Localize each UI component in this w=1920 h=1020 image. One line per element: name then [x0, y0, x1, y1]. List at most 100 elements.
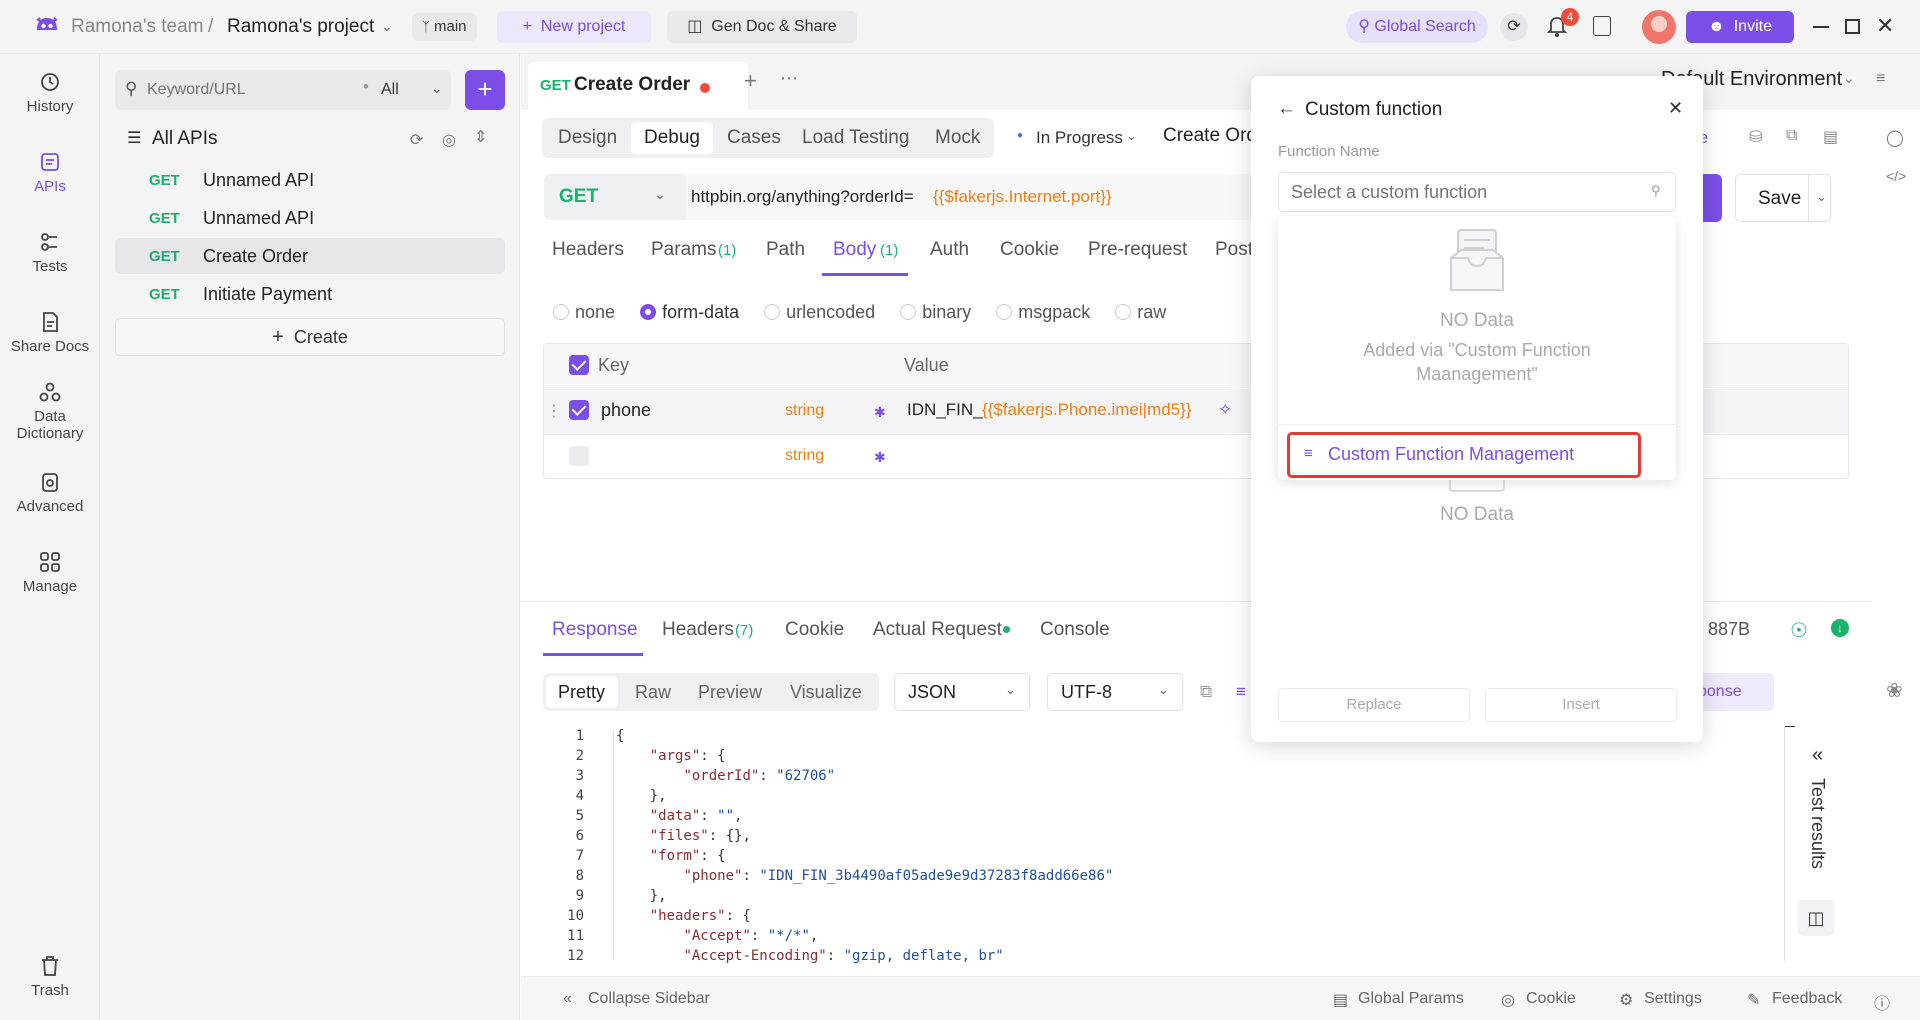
- mode-tab-design[interactable]: Design: [558, 127, 617, 149]
- close-icon[interactable]: ✕: [1668, 98, 1683, 119]
- row-checkbox[interactable]: [569, 400, 589, 420]
- sync-icon[interactable]: ⟳: [1500, 13, 1528, 41]
- filter-select[interactable]: All: [381, 81, 399, 99]
- mode-tab-cases[interactable]: Cases: [727, 127, 781, 149]
- req-tab-headers[interactable]: Headers: [552, 239, 624, 261]
- magic-variable-icon[interactable]: ✧: [1218, 400, 1232, 420]
- new-tab-plus-icon[interactable]: +: [744, 68, 757, 94]
- param-type[interactable]: string: [785, 447, 824, 465]
- req-tab-path[interactable]: Path: [766, 239, 805, 261]
- resp-tab-response[interactable]: Response: [552, 619, 638, 641]
- api-item-unnamed-2[interactable]: GET Unnamed API: [115, 200, 505, 236]
- method-select[interactable]: GET ⌄: [544, 174, 686, 220]
- nav-trash[interactable]: Trash: [0, 954, 100, 999]
- gen-doc-share-button[interactable]: ◫ Gen Doc & Share: [667, 11, 857, 43]
- nav-tests[interactable]: Tests: [0, 230, 100, 275]
- save-button[interactable]: Save ⌄: [1735, 173, 1831, 222]
- view-tab-pretty[interactable]: Pretty: [558, 682, 605, 703]
- search-input[interactable]: [147, 76, 347, 104]
- param-type[interactable]: string: [785, 402, 824, 420]
- globe-icon[interactable]: ☉: [1790, 618, 1808, 643]
- avatar[interactable]: [1642, 10, 1676, 44]
- settings-button[interactable]: Settings: [1644, 990, 1702, 1008]
- api-item-unnamed-1[interactable]: GET Unnamed API: [115, 162, 505, 198]
- chevron-down-icon[interactable]: ⌄: [431, 80, 443, 97]
- api-item-create-order[interactable]: GET Create Order: [115, 238, 505, 274]
- team-name[interactable]: Ramona's team: [71, 16, 203, 38]
- global-search-button[interactable]: ⚲ Global Search: [1346, 11, 1488, 43]
- download-icon[interactable]: ↓: [1831, 619, 1849, 637]
- info-icon[interactable]: ◯: [1886, 128, 1904, 148]
- archive-icon[interactable]: ▤: [1823, 127, 1838, 147]
- req-tab-auth[interactable]: Auth: [930, 239, 969, 261]
- param-value-prefix[interactable]: IDN_FIN_: [907, 400, 983, 420]
- required-marker[interactable]: ✱: [874, 404, 886, 421]
- create-api-button[interactable]: + Create: [115, 318, 505, 356]
- req-tab-body[interactable]: Body: [833, 239, 876, 261]
- copy-icon[interactable]: ⧉: [1200, 682, 1212, 702]
- mode-tab-load-testing[interactable]: Load Testing: [802, 127, 909, 149]
- chevron-down-icon[interactable]: ⌄: [1843, 70, 1855, 87]
- add-api-button[interactable]: +: [465, 70, 505, 110]
- radio-msgpack[interactable]: msgpack: [996, 302, 1090, 322]
- url-input[interactable]: httpbin.org/anything?orderId= {{$fakerjs…: [686, 174, 1266, 220]
- view-tab-visualize[interactable]: Visualize: [790, 682, 862, 703]
- resp-tab-console[interactable]: Console: [1040, 619, 1110, 641]
- feedback-button[interactable]: Feedback: [1772, 990, 1842, 1008]
- tab-create-order[interactable]: GET Create Order: [528, 62, 748, 110]
- format-select[interactable]: JSON ⌄: [894, 673, 1030, 711]
- code-icon[interactable]: </>: [1886, 168, 1906, 184]
- resp-tab-cookie[interactable]: Cookie: [785, 619, 844, 641]
- nav-apis[interactable]: APIs: [0, 150, 100, 195]
- minimize-icon[interactable]: [1813, 26, 1829, 28]
- invite-button[interactable]: ☻ Invite: [1686, 11, 1794, 43]
- new-project-button[interactable]: + New project: [497, 11, 651, 43]
- global-params-button[interactable]: Global Params: [1358, 990, 1464, 1008]
- resp-tab-actual-request[interactable]: Actual Request: [873, 619, 1002, 641]
- encoding-select[interactable]: UTF-8 ⌄: [1047, 673, 1183, 711]
- row-checkbox-empty[interactable]: [569, 446, 589, 466]
- nav-share-docs[interactable]: Share Docs: [0, 310, 100, 355]
- back-arrow-icon[interactable]: ←: [1277, 98, 1296, 120]
- req-tab-params[interactable]: Params: [651, 239, 716, 261]
- collapse-sidebar-button[interactable]: Collapse Sidebar: [588, 990, 710, 1008]
- api-item-initiate-payment[interactable]: GET Initiate Payment: [115, 276, 505, 312]
- status-select[interactable]: In Progress: [1036, 128, 1123, 148]
- required-marker[interactable]: ✱: [874, 449, 886, 466]
- more-tabs-icon[interactable]: ⋯: [780, 68, 798, 89]
- param-key[interactable]: phone: [601, 400, 651, 421]
- refresh-icon[interactable]: ⟳: [410, 130, 423, 150]
- nav-history[interactable]: History: [0, 70, 100, 115]
- chevron-down-icon[interactable]: ⌄: [1816, 189, 1827, 205]
- layout-icon[interactable]: ◫: [1798, 900, 1834, 936]
- mode-tab-debug[interactable]: Debug: [644, 127, 700, 149]
- environment-menu-icon[interactable]: ≡: [1876, 70, 1885, 88]
- radio-form-data[interactable]: form-data: [640, 302, 739, 322]
- req-tab-post[interactable]: Post: [1215, 239, 1253, 261]
- project-name[interactable]: Ramona's project: [227, 16, 374, 38]
- branch-selector[interactable]: ᛉ main: [412, 13, 477, 41]
- nav-data-dictionary[interactable]: Data Dictionary: [0, 380, 100, 442]
- chevron-down-icon[interactable]: ⌄: [1126, 128, 1137, 144]
- mode-tab-mock[interactable]: Mock: [935, 127, 980, 149]
- help-icon[interactable]: ⓘ: [1874, 990, 1890, 1014]
- ai-assistant-icon[interactable]: ❀: [1886, 678, 1903, 703]
- select-all-checkbox[interactable]: [569, 355, 589, 375]
- scrollbar-track[interactable]: [1784, 726, 1785, 961]
- view-tab-preview[interactable]: Preview: [698, 682, 762, 703]
- lock-icon[interactable]: ⛁: [1749, 127, 1762, 147]
- nav-manage[interactable]: Manage: [0, 550, 100, 595]
- insert-button[interactable]: Insert: [1485, 688, 1677, 722]
- function-select[interactable]: ⚲: [1278, 172, 1676, 212]
- all-apis-heading[interactable]: All APIs: [152, 128, 217, 150]
- nav-advanced[interactable]: Advanced: [0, 470, 100, 515]
- resp-tab-headers[interactable]: Headers: [662, 619, 734, 641]
- radio-none[interactable]: none: [553, 302, 615, 322]
- view-tab-raw[interactable]: Raw: [635, 682, 671, 703]
- close-window-icon[interactable]: ✕: [1876, 13, 1894, 39]
- replace-button[interactable]: Replace: [1278, 688, 1470, 722]
- function-select-input[interactable]: [1291, 179, 1631, 205]
- radio-urlencoded[interactable]: urlencoded: [764, 302, 875, 322]
- wrap-icon[interactable]: ≡: [1236, 682, 1246, 702]
- chevron-down-icon[interactable]: ⌄: [381, 18, 393, 35]
